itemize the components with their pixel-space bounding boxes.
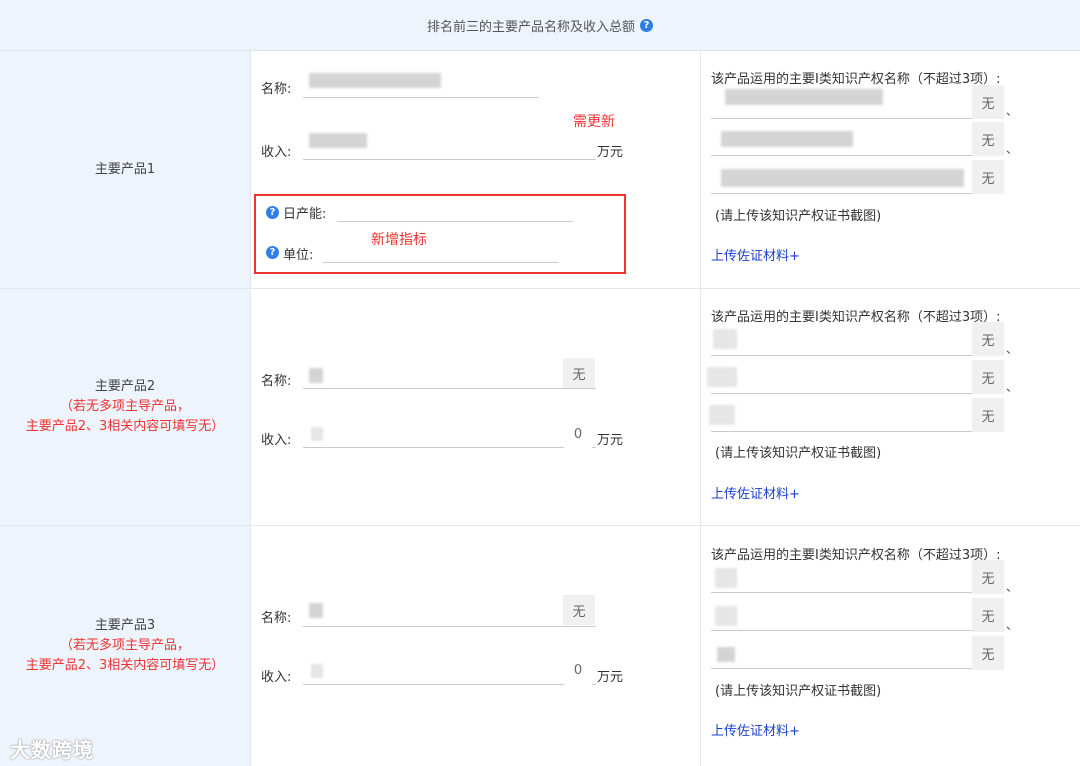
ip-none-addon[interactable]: 无 bbox=[972, 122, 1004, 156]
ip-input-3[interactable] bbox=[711, 193, 1004, 194]
redacted-name-value bbox=[309, 73, 441, 88]
comma: 、 bbox=[1006, 618, 1019, 632]
income-label: 收入: bbox=[261, 145, 292, 160]
ip-section: 该产品运用的主要I类知识产权名称（不超过3项）: 无 、 无 、 无 (请上传该… bbox=[701, 526, 1080, 766]
row-label: 主要产品1 bbox=[0, 51, 251, 288]
needs-update-annotation: 需更新 bbox=[573, 114, 615, 130]
ip-title: 该产品运用的主要I类知识产权名称（不超过3项）: bbox=[711, 72, 1001, 87]
question-circle-icon[interactable]: ? bbox=[266, 246, 279, 259]
income-input[interactable] bbox=[303, 684, 596, 685]
product-row-2: 主要产品2 （若无多项主导产品， 主要产品2、3相关内容可填写无） 名称: 无 … bbox=[0, 289, 1080, 526]
product-note: （若无多项主导产品， bbox=[59, 638, 190, 653]
product-title: 主要产品1 bbox=[94, 161, 156, 177]
redacted-ip-value bbox=[715, 568, 737, 588]
redacted-income-value bbox=[309, 133, 367, 148]
name-label: 名称: bbox=[261, 374, 292, 389]
product-row-3: 主要产品3 （若无多项主导产品， 主要产品2、3相关内容可填写无） 名称: 无 … bbox=[0, 526, 1080, 766]
product-fields: 名称: 无 收入: 0 万元 bbox=[251, 289, 701, 525]
watermark-logo: 大数跨境 bbox=[10, 734, 94, 763]
ip-title: 该产品运用的主要I类知识产权名称（不超过3项）: bbox=[711, 548, 1001, 563]
redacted-ip-value bbox=[715, 606, 737, 626]
redacted-ip-value bbox=[709, 405, 735, 425]
row-label: 主要产品3 （若无多项主导产品， 主要产品2、3相关内容可填写无） bbox=[0, 526, 251, 766]
product-fields: 名称: 无 收入: 0 万元 bbox=[251, 526, 701, 766]
ip-input-1[interactable] bbox=[711, 592, 1004, 593]
income-value: 0 bbox=[564, 419, 592, 449]
name-none-addon[interactable]: 无 bbox=[563, 595, 595, 625]
redacted-ip-value bbox=[721, 131, 853, 147]
income-input[interactable] bbox=[303, 159, 596, 160]
product-title: 主要产品3 bbox=[94, 618, 156, 633]
ip-input-3[interactable] bbox=[711, 431, 1004, 432]
daily-capacity-label: 日产能: bbox=[283, 207, 327, 222]
unit-input[interactable] bbox=[323, 262, 559, 263]
ip-none-addon[interactable]: 无 bbox=[972, 598, 1004, 632]
unit-label: 单位: bbox=[283, 248, 314, 263]
section-title: 排名前三的主要产品名称及收入总额 bbox=[426, 19, 635, 35]
ip-none-addon[interactable]: 无 bbox=[972, 85, 1004, 119]
question-circle-icon[interactable]: ? bbox=[640, 18, 653, 32]
ip-none-addon[interactable]: 无 bbox=[972, 398, 1004, 432]
redacted-name-value bbox=[309, 603, 323, 618]
upload-evidence-link[interactable]: 上传佐证材料+ bbox=[711, 483, 800, 502]
ip-input-1[interactable] bbox=[711, 355, 1004, 356]
row-label: 主要产品2 （若无多项主导产品， 主要产品2、3相关内容可填写无） bbox=[0, 289, 251, 525]
comma: 、 bbox=[1006, 104, 1019, 118]
redacted-income-value bbox=[311, 427, 323, 441]
product-row-1: 主要产品1 名称: 需更新 收入: 万元 ? 日产能: ? 单位: 新增指标 该… bbox=[0, 51, 1080, 289]
upload-evidence-link[interactable]: 上传佐证材料+ bbox=[711, 720, 800, 739]
redacted-ip-value bbox=[721, 169, 964, 187]
comma: 、 bbox=[1006, 142, 1019, 156]
redacted-ip-value bbox=[717, 647, 735, 662]
ip-none-addon[interactable]: 无 bbox=[972, 560, 1004, 594]
income-unit: 万元 bbox=[597, 145, 624, 160]
redacted-ip-value bbox=[713, 329, 737, 349]
ip-none-addon[interactable]: 无 bbox=[972, 360, 1004, 394]
income-unit: 万元 bbox=[597, 433, 624, 448]
watermark-text: 大数跨境 bbox=[10, 738, 94, 762]
product-title: 主要产品2 bbox=[94, 379, 156, 394]
section-header: 排名前三的主要产品名称及收入总额 ? bbox=[0, 0, 1080, 51]
ip-section: 该产品运用的主要I类知识产权名称（不超过3项）: 无 、 无 、 无 (请上传该… bbox=[701, 289, 1080, 525]
ip-input-2[interactable] bbox=[711, 393, 1004, 394]
redacted-income-value bbox=[311, 664, 323, 678]
ip-input-2[interactable] bbox=[711, 630, 1004, 631]
comma: 、 bbox=[1006, 342, 1019, 356]
redacted-name-value bbox=[309, 368, 323, 383]
name-label: 名称: bbox=[261, 611, 292, 626]
name-none-addon[interactable]: 无 bbox=[563, 358, 595, 388]
product-fields: 名称: 需更新 收入: 万元 ? 日产能: ? 单位: 新增指标 bbox=[251, 51, 701, 288]
upload-note: (请上传该知识产权证书截图) bbox=[715, 684, 882, 699]
new-indicator-annotation: 新增指标 bbox=[371, 232, 427, 248]
ip-none-addon[interactable]: 无 bbox=[972, 160, 1004, 194]
name-input[interactable] bbox=[303, 626, 596, 627]
income-label: 收入: bbox=[261, 433, 292, 448]
ip-input-2[interactable] bbox=[711, 155, 1004, 156]
name-label: 名称: bbox=[261, 82, 292, 97]
ip-input-1[interactable] bbox=[711, 118, 1004, 119]
income-unit: 万元 bbox=[597, 670, 624, 685]
ip-input-3[interactable] bbox=[711, 668, 1004, 669]
ip-section: 该产品运用的主要I类知识产权名称（不超过3项）: 无 、 无 、 无 (请上传该… bbox=[701, 51, 1080, 288]
upload-note: (请上传该知识产权证书截图) bbox=[715, 446, 882, 461]
question-circle-icon[interactable]: ? bbox=[266, 206, 279, 219]
income-label: 收入: bbox=[261, 670, 292, 685]
daily-capacity-input[interactable] bbox=[337, 221, 573, 222]
comma: 、 bbox=[1006, 380, 1019, 394]
income-input[interactable] bbox=[303, 447, 596, 448]
redacted-ip-value bbox=[725, 89, 883, 105]
ip-none-addon[interactable]: 无 bbox=[972, 636, 1004, 670]
product-note: 主要产品2、3相关内容可填写无） bbox=[25, 419, 225, 434]
name-input[interactable] bbox=[303, 97, 539, 98]
redacted-ip-value bbox=[707, 367, 737, 387]
product-note: 主要产品2、3相关内容可填写无） bbox=[25, 658, 225, 673]
product-note: （若无多项主导产品， bbox=[59, 399, 190, 414]
comma: 、 bbox=[1006, 580, 1019, 594]
ip-title: 该产品运用的主要I类知识产权名称（不超过3项）: bbox=[711, 310, 1001, 325]
income-value: 0 bbox=[564, 655, 592, 685]
ip-none-addon[interactable]: 无 bbox=[972, 322, 1004, 356]
name-input[interactable] bbox=[303, 388, 596, 389]
upload-evidence-link[interactable]: 上传佐证材料+ bbox=[711, 245, 800, 264]
upload-note: (请上传该知识产权证书截图) bbox=[715, 209, 882, 224]
